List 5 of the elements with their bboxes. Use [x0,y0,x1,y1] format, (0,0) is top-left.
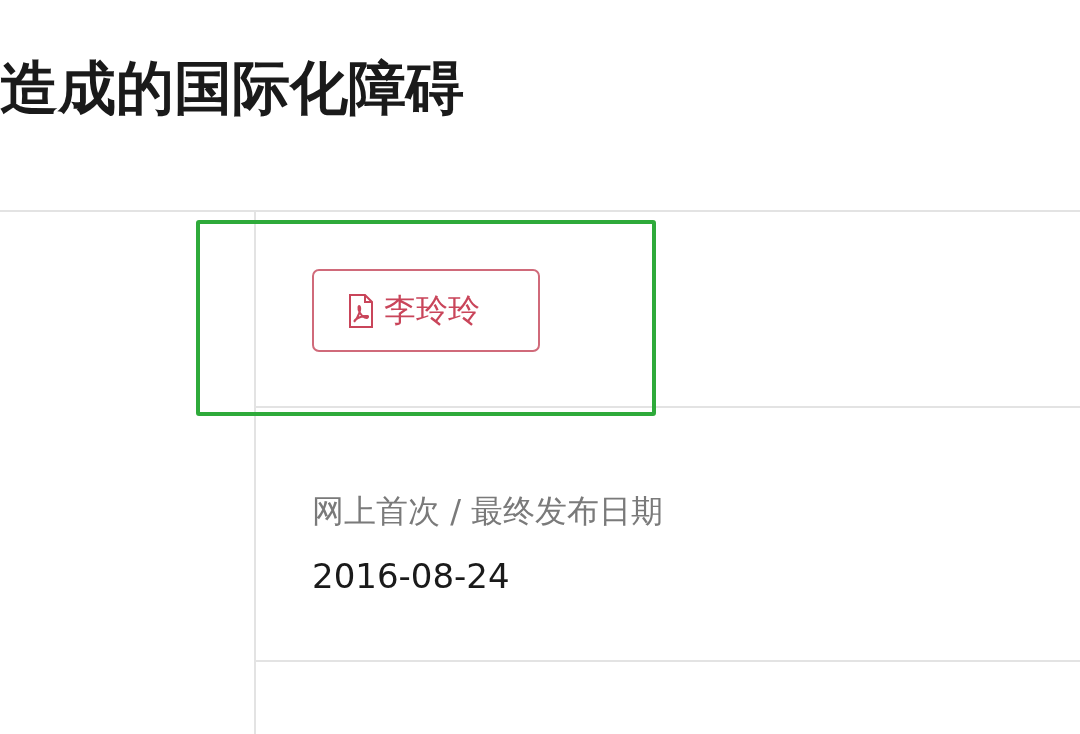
pdf-file-icon [348,293,374,328]
publication-date-label: 网上首次 / 最终发布日期 [312,491,665,532]
publication-date: 2016-08-24 [312,556,511,596]
article-title: 造成的国际化障碍 [0,53,464,124]
pdf-author-button[interactable]: 李玲玲 [312,269,540,352]
